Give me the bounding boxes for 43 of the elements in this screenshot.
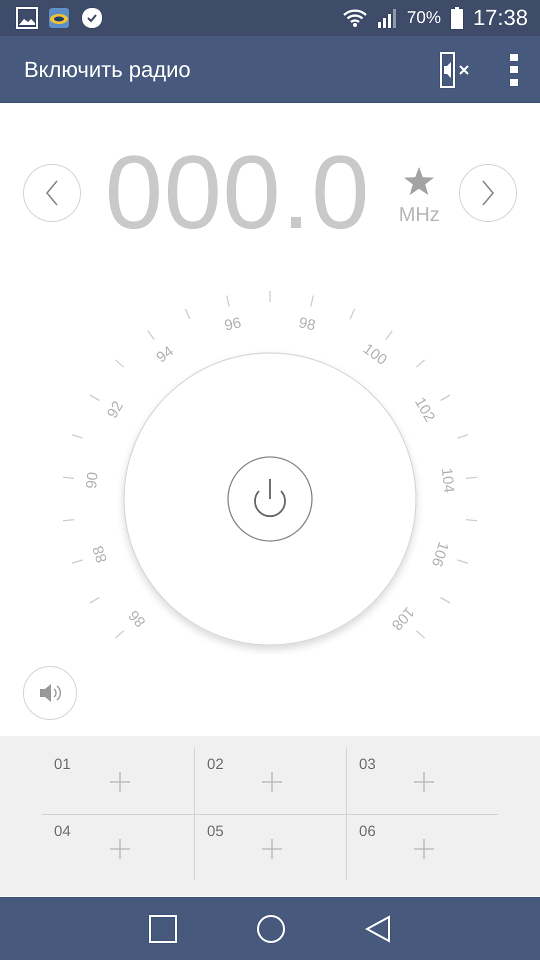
frequency-label: 106 (428, 540, 452, 569)
frequency-label: 90 (83, 471, 102, 490)
unit-label: MHz (398, 204, 440, 226)
power-button[interactable] (227, 456, 313, 542)
preset-slot[interactable]: 06 (346, 814, 498, 880)
battery-percent: 70% (406, 8, 441, 28)
speaker-icon (38, 682, 62, 704)
preset-slot[interactable]: 03 (346, 748, 498, 814)
plus-icon (110, 772, 130, 792)
frequency-label: 96 (222, 314, 243, 334)
plus-icon (110, 839, 130, 859)
frequency-label: 100 (360, 340, 390, 369)
plus-icon (262, 839, 282, 859)
gallery-icon (16, 7, 38, 29)
app-icon (48, 7, 70, 29)
frequency-label: 102 (411, 394, 438, 425)
recents-button[interactable] (149, 914, 178, 942)
battery-icon (450, 7, 463, 29)
check-bubble-icon (80, 6, 104, 30)
back-button[interactable] (364, 914, 391, 942)
chevron-left-icon (45, 180, 59, 206)
chevron-right-icon (481, 180, 495, 206)
signal-icon (376, 8, 397, 28)
preset-slot[interactable]: 04 (42, 814, 194, 880)
wifi-icon (342, 8, 367, 28)
frequency-label: 86 (125, 606, 150, 630)
frequency-label: 92 (104, 398, 127, 422)
frequency-label: 94 (153, 342, 177, 366)
star-icon[interactable] (403, 166, 436, 196)
preset-slot[interactable]: 01 (42, 748, 194, 814)
preset-slot[interactable]: 02 (194, 748, 346, 814)
plus-icon (262, 772, 282, 792)
frequency-label: 88 (90, 544, 111, 565)
preset-slot[interactable]: 05 (194, 814, 346, 880)
volume-button[interactable] (23, 666, 77, 720)
app-title: Включить радио (24, 56, 192, 82)
plus-icon (414, 839, 434, 859)
clock: 17:38 (472, 5, 528, 31)
frequency-label: 98 (297, 314, 318, 334)
frequency-label: 104 (438, 467, 458, 494)
home-button[interactable] (256, 914, 286, 944)
plus-icon (414, 772, 434, 792)
frequency-label: 108 (388, 603, 418, 634)
